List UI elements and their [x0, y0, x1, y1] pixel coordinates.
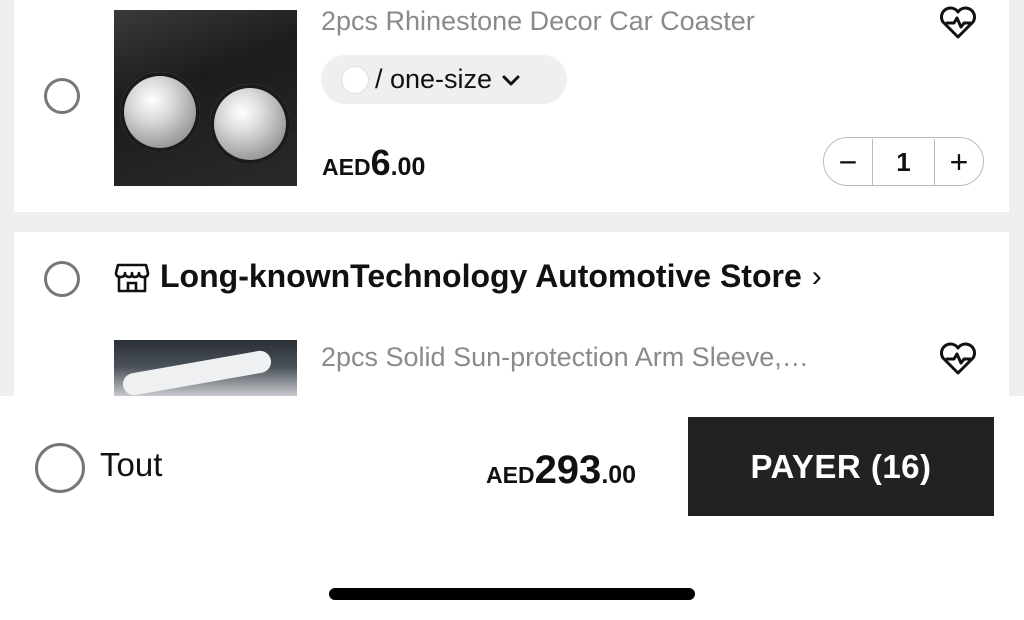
checkout-button[interactable]: PAYER (16) — [688, 417, 994, 516]
heart-plus-icon[interactable] — [938, 4, 978, 45]
select-all-radio[interactable] — [35, 443, 85, 493]
home-indicator — [329, 588, 695, 600]
total-price: AED293.00 — [486, 448, 637, 492]
product-image[interactable] — [114, 340, 297, 400]
select-all-label[interactable]: Tout — [100, 446, 162, 484]
product-image[interactable] — [114, 10, 297, 186]
heart-plus-icon[interactable] — [938, 340, 978, 381]
checkout-bar: Tout AED293.00 PAYER (16) — [0, 396, 1024, 620]
variant-selector[interactable]: / one-size — [321, 55, 567, 104]
decrease-quantity-button[interactable]: − — [824, 139, 872, 185]
store-card: Long-knownTechnology Automotive Store › … — [14, 232, 1009, 412]
variant-label: / one-size — [375, 64, 493, 94]
item-price: AED6.00 — [322, 142, 426, 183]
product-title[interactable]: 2pcs Solid Sun-protection Arm Sleeve,… — [321, 342, 891, 373]
store-select-radio[interactable] — [44, 261, 80, 297]
store-icon — [114, 259, 150, 295]
item-select-radio[interactable] — [44, 78, 80, 114]
cart-item-card: 2pcs Rhinestone Decor Car Coaster / one-… — [14, 0, 1009, 212]
quantity-value[interactable]: 1 — [872, 138, 935, 185]
increase-quantity-button[interactable]: + — [935, 139, 983, 185]
product-title[interactable]: 2pcs Rhinestone Decor Car Coaster — [321, 6, 841, 37]
chevron-right-icon: › — [811, 259, 822, 293]
quantity-stepper: − 1 + — [823, 137, 984, 186]
store-name: Long-knownTechnology Automotive Store — [160, 258, 802, 294]
store-link[interactable]: Long-knownTechnology Automotive Store › — [114, 258, 822, 295]
color-swatch — [341, 65, 369, 94]
chevron-down-icon — [502, 67, 520, 93]
